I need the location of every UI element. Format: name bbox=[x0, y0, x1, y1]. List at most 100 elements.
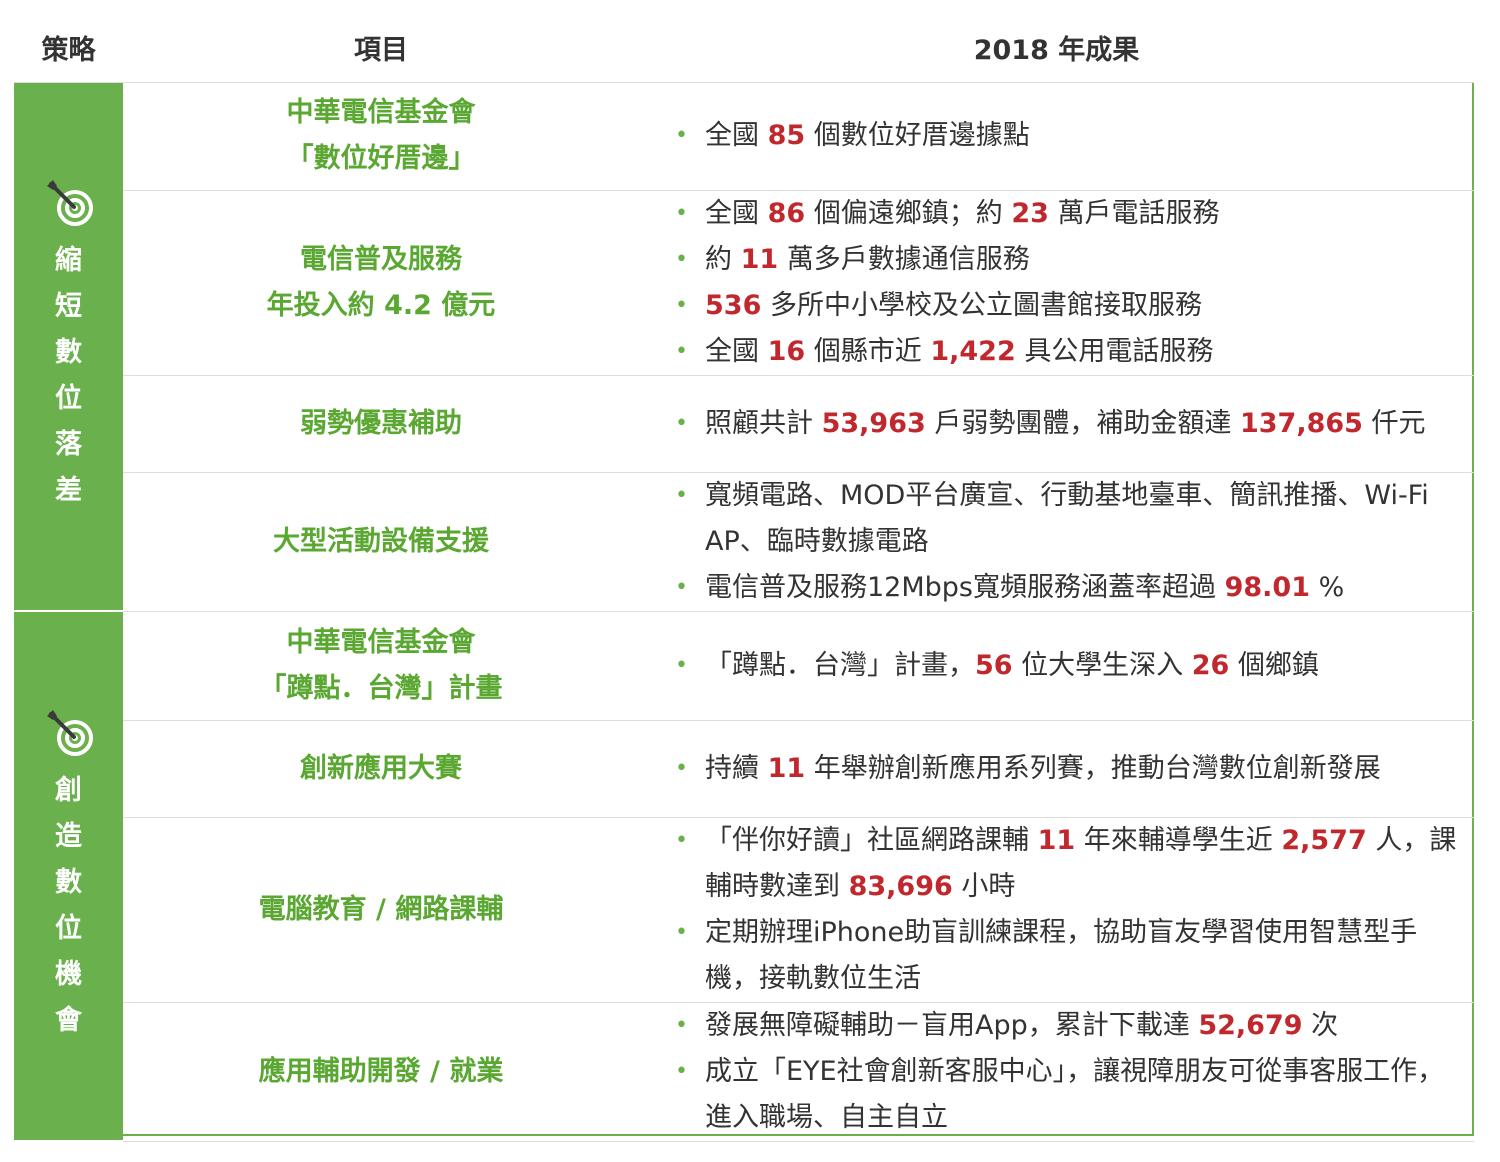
target-arrow-icon bbox=[45, 708, 93, 756]
highlight-number: 536 bbox=[705, 289, 762, 321]
item-label: 「數位好厝邊」 bbox=[286, 143, 476, 174]
result-item: 發展無障礙輔助－盲用App，累計下載達 52,679 次 bbox=[675, 1003, 1460, 1049]
result-text: 全國 bbox=[705, 197, 768, 229]
strategy-char: 造 bbox=[55, 821, 82, 852]
result-item: 全國 16 個縣市近 1,422 具公用電話服務 bbox=[675, 329, 1460, 375]
result-text: 定期辦理iPhone助盲訓練課程，協助盲友學習使用智慧型手機，接軌數位生活 bbox=[705, 916, 1418, 994]
strategy-char: 位 bbox=[55, 383, 82, 415]
item-cell: 電腦教育 / 網路課輔 bbox=[123, 817, 639, 1003]
result-item: 持續 11 年舉辦創新應用系列賽，推動台灣數位創新發展 bbox=[675, 746, 1460, 792]
header-strategy: 策略 bbox=[14, 14, 123, 83]
strategy-char: 數 bbox=[55, 867, 82, 898]
result-text: 戶弱勢團體，補助金額達 bbox=[925, 407, 1240, 439]
strategy-char: 位 bbox=[55, 913, 82, 944]
item-label: 大型活動設備支援 bbox=[273, 525, 489, 557]
result-text: 個縣市近 bbox=[805, 335, 931, 367]
result-text: 多所中小學校及公立圖書館接取服務 bbox=[761, 289, 1202, 321]
result-item: 定期辦理iPhone助盲訓練課程，協助盲友學習使用智慧型手機，接軌數位生活 bbox=[675, 910, 1460, 1002]
result-item: 電信普及服務12Mbps寬頻服務涵蓋率超過 98.01 % bbox=[675, 565, 1460, 611]
result-cell: 寬頻電路、MOD平台廣宣、行動基地臺車、簡訊推播、Wi-Fi AP、臨時數據電路… bbox=[639, 472, 1474, 612]
highlight-number: 83,696 bbox=[848, 870, 953, 902]
highlight-number: 11 bbox=[767, 752, 806, 784]
item-label: 年投入約 4.2 億元 bbox=[266, 289, 496, 321]
strategy-char: 會 bbox=[55, 1005, 82, 1036]
highlight-number: 2,577 bbox=[1281, 824, 1367, 856]
result-item: 「伴你好讀」社區網路課輔 11 年來輔導學生近 2,577 人，課輔時數達到 8… bbox=[675, 818, 1460, 910]
strategy-char: 短 bbox=[55, 291, 82, 323]
result-item: 約 11 萬多戶數據通信服務 bbox=[675, 237, 1460, 283]
strategy-char: 機 bbox=[55, 959, 82, 990]
result-text: 個鄉鎮 bbox=[1229, 649, 1319, 681]
result-text: 次 bbox=[1302, 1009, 1339, 1041]
item-cell: 中華電信基金會 「數位好厝邊」 bbox=[123, 82, 639, 191]
item-label: 創新應用大賽 bbox=[300, 752, 462, 784]
result-item: 全國 85 個數位好厝邊據點 bbox=[675, 113, 1460, 159]
highlight-number: 16 bbox=[767, 335, 806, 367]
item-cell: 中華電信基金會 「蹲點．台灣」計畫 bbox=[123, 611, 639, 721]
highlight-number: 85 bbox=[767, 120, 806, 151]
result-cell: 照顧共計 53,963 戶弱勢團體，補助金額達 137,865 仟元 bbox=[639, 375, 1474, 473]
item-cell: 創新應用大賽 bbox=[123, 720, 639, 818]
result-list: 持續 11 年舉辦創新應用系列賽，推動台灣數位創新發展 bbox=[675, 746, 1460, 792]
item-cell: 電信普及服務年投入約 4.2 億元 bbox=[123, 190, 639, 376]
highlight-number: 56 bbox=[975, 649, 1013, 681]
result-list: 「蹲點．台灣」計畫，56 位大學生深入 26 個鄉鎮 bbox=[675, 643, 1460, 689]
result-text: 「蹲點．台灣」計畫， bbox=[705, 649, 975, 681]
highlight-number: 11 bbox=[740, 243, 779, 275]
table-row: 創造數位機會中華電信基金會「蹲點．台灣」計畫「蹲點．台灣」計畫，56 位大學生深… bbox=[14, 611, 1474, 1142]
result-list: 寬頻電路、MOD平台廣宣、行動基地臺車、簡訊推播、Wi-Fi AP、臨時數據電路… bbox=[675, 473, 1460, 611]
table-row: 應用輔助開發 / 就業 發展無障礙輔助－盲用App，累計下載達 52,679 次成… bbox=[14, 1002, 1474, 1142]
table-row: 創新應用大賽 持續 11 年舉辦創新應用系列賽，推動台灣數位創新發展 bbox=[14, 720, 1474, 818]
table-row: 縮短數位落差中華電信基金會「數位好厝邊」全國 85 個數位好厝邊據點 bbox=[14, 82, 1474, 612]
result-text: 個數位好厝邊據點 bbox=[805, 120, 1030, 151]
item-cell: 大型活動設備支援 bbox=[123, 472, 639, 612]
result-text: 全國 bbox=[705, 335, 768, 367]
result-text: 年來輔導學生近 bbox=[1075, 824, 1282, 856]
result-text: 「伴你好讀」社區網路課輔 bbox=[705, 824, 1038, 856]
highlight-number: 98.01 bbox=[1224, 571, 1310, 603]
highlight-number: 52,679 bbox=[1198, 1009, 1303, 1041]
result-text: 持續 bbox=[705, 752, 768, 784]
result-text: 電信普及服務12Mbps寬頻服務涵蓋率超過 bbox=[705, 571, 1225, 603]
highlight-number: 1,422 bbox=[930, 335, 1016, 367]
item-label: 弱勢優惠補助 bbox=[300, 407, 462, 439]
result-text: 萬多戶數據通信服務 bbox=[778, 243, 1030, 275]
result-text: 照顧共計 bbox=[705, 407, 822, 439]
result-text: 位大學生深入 bbox=[1012, 649, 1192, 681]
result-item: 536 多所中小學校及公立圖書館接取服務 bbox=[675, 283, 1460, 329]
result-text: 小時 bbox=[952, 870, 1016, 902]
strategy-cell: 縮短數位落差 bbox=[14, 82, 123, 612]
result-text: 約 bbox=[705, 243, 741, 275]
highlight-number: 26 bbox=[1191, 649, 1230, 681]
result-item: 全國 86 個偏遠鄉鎮；約 23 萬戶電話服務 bbox=[675, 191, 1460, 237]
highlight-number: 86 bbox=[767, 197, 806, 229]
result-item: 「蹲點．台灣」計畫，56 位大學生深入 26 個鄉鎮 bbox=[675, 643, 1460, 689]
highlight-number: 53,963 bbox=[821, 407, 926, 439]
result-cell: 全國 86 個偏遠鄉鎮；約 23 萬戶電話服務約 11 萬多戶數據通信服務536… bbox=[639, 190, 1474, 376]
strategy-char: 數 bbox=[55, 337, 82, 369]
table-row: 電腦教育 / 網路課輔 「伴你好讀」社區網路課輔 11 年來輔導學生近 2,577… bbox=[14, 817, 1474, 1003]
result-cell: 「伴你好讀」社區網路課輔 11 年來輔導學生近 2,577 人，課輔時數達到 8… bbox=[639, 817, 1474, 1003]
results-table: 策略 項目 2018 年成果 縮短數位落差中華電信基金會「數位好厝邊」全國 85… bbox=[14, 14, 1474, 1142]
result-list: 發展無障礙輔助－盲用App，累計下載達 52,679 次成立「EYE社會創新客服… bbox=[675, 1003, 1460, 1141]
result-list: 「伴你好讀」社區網路課輔 11 年來輔導學生近 2,577 人，課輔時數達到 8… bbox=[675, 818, 1460, 1002]
result-list: 全國 85 個數位好厝邊據點 bbox=[675, 113, 1460, 159]
item-label: 電腦教育 / 網路課輔 bbox=[258, 893, 504, 925]
result-text: % bbox=[1309, 571, 1345, 603]
result-text: 寬頻電路、MOD平台廣宣、行動基地臺車、簡訊推播、Wi-Fi AP、臨時數據電路 bbox=[705, 479, 1429, 557]
item-label: 電信普及服務 bbox=[300, 243, 462, 275]
result-text: 具公用電話服務 bbox=[1015, 335, 1214, 367]
strategy-char: 縮 bbox=[55, 245, 82, 277]
item-cell: 應用輔助開發 / 就業 bbox=[123, 1002, 639, 1142]
result-text: 仟元 bbox=[1362, 407, 1426, 439]
result-text: 年舉辦創新應用系列賽，推動台灣數位創新發展 bbox=[805, 752, 1381, 784]
target-arrow-icon bbox=[45, 178, 93, 227]
result-cell: 發展無障礙輔助－盲用App，累計下載達 52,679 次成立「EYE社會創新客服… bbox=[639, 1002, 1474, 1142]
result-text: 萬戶電話服務 bbox=[1048, 197, 1220, 229]
header-result: 2018 年成果 bbox=[639, 14, 1474, 83]
table-row: 大型活動設備支援 寬頻電路、MOD平台廣宣、行動基地臺車、簡訊推播、Wi-Fi A… bbox=[14, 472, 1474, 612]
item-label: 中華電信基金會 bbox=[286, 97, 476, 128]
item-label: 應用輔助開發 / 就業 bbox=[258, 1055, 504, 1087]
result-list: 全國 86 個偏遠鄉鎮；約 23 萬戶電話服務約 11 萬多戶數據通信服務536… bbox=[675, 191, 1460, 375]
result-item: 成立「EYE社會創新客服中心」，讓視障朋友可從事客服工作，進入職場、自主自立 bbox=[675, 1049, 1460, 1141]
